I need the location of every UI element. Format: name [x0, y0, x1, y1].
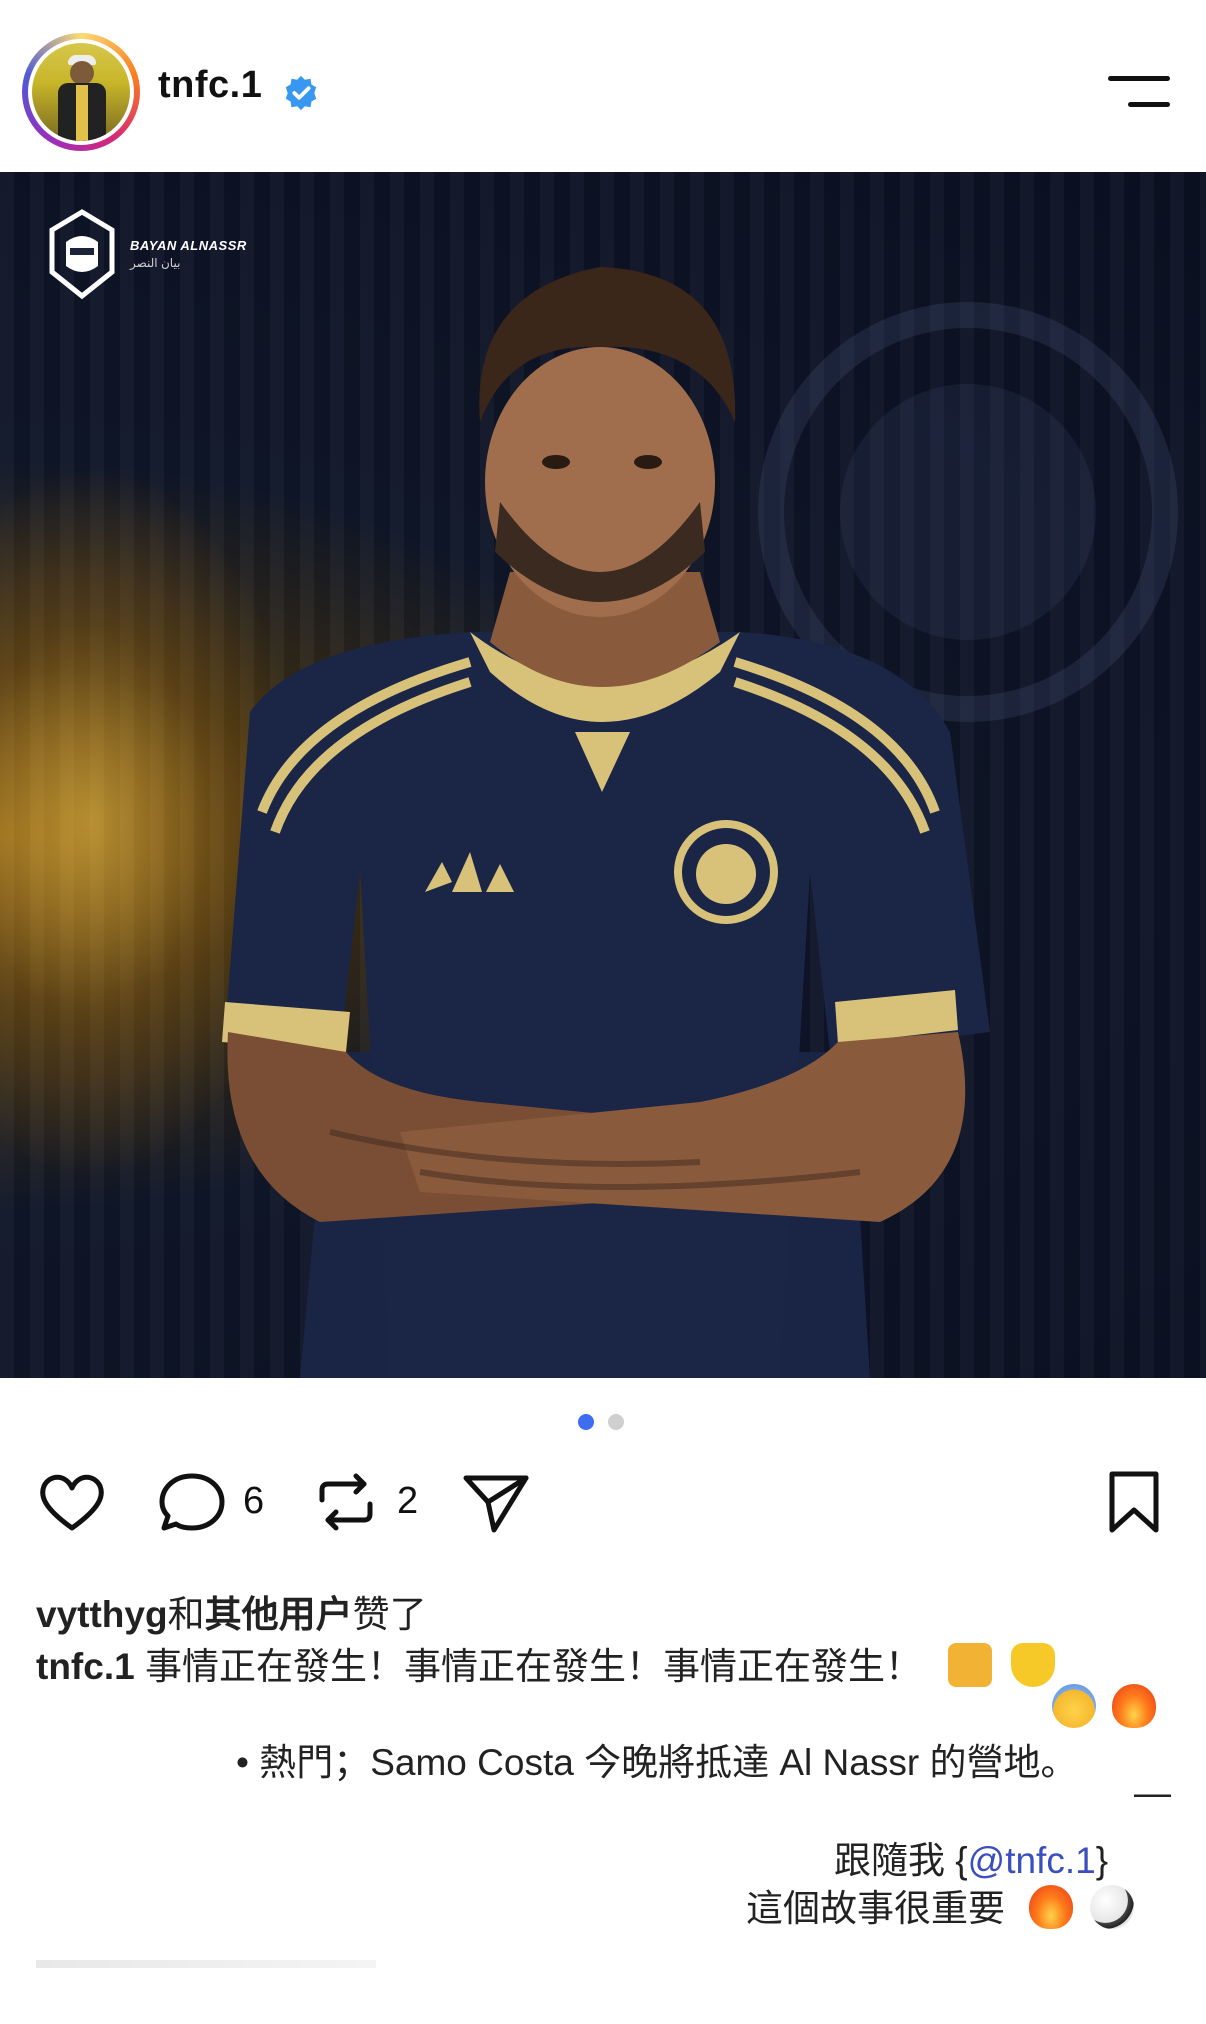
comment-count: 6 [243, 1480, 265, 1522]
likes-summary: vytthyg和其他用户赞了 [36, 1584, 427, 1638]
send-icon [463, 1475, 529, 1533]
caption-dash: — [1134, 1772, 1171, 1813]
carousel-dot-active [578, 1414, 594, 1430]
carousel-indicator [578, 1414, 628, 1430]
like-button[interactable] [36, 1470, 108, 1534]
likes-suffix: 赞了 [352, 1594, 427, 1635]
share-button[interactable] [460, 1470, 532, 1534]
avatar[interactable] [22, 33, 140, 151]
bookmark-icon [1109, 1471, 1159, 1533]
post-header: tnfc.1 [0, 0, 1206, 172]
username[interactable]: tnfc.1 [158, 64, 262, 107]
yellow-heart-emoji-icon [1010, 1643, 1055, 1687]
fearful-face-emoji-icon [1052, 1684, 1096, 1728]
post-image[interactable]: BAYAN ALNASSR بيان النصر [0, 172, 1206, 1378]
comment-icon [159, 1473, 225, 1531]
follow-suffix: } [1095, 1840, 1109, 1881]
repost-button[interactable] [314, 1470, 378, 1534]
player-photo [222, 267, 990, 1378]
save-button[interactable] [1104, 1470, 1164, 1534]
liker-username[interactable]: vytthyg [36, 1594, 168, 1635]
comment-button[interactable] [158, 1470, 228, 1534]
heart-icon [40, 1474, 104, 1531]
verified-badge-icon [285, 75, 317, 111]
soccer-ball-emoji-icon [1089, 1885, 1134, 1929]
likes-joiner: 和 [167, 1594, 205, 1635]
caption-text-1: 事情正在發生！事情正在發生！事情正在發生！ [144, 1646, 922, 1687]
mention-link[interactable]: @tnfc.1 [968, 1840, 1096, 1881]
caption-line-1: tnfc.1 事情正在發生！事情正在發生！事情正在發生！ [36, 1636, 1055, 1690]
fire-emoji-icon [1112, 1684, 1157, 1728]
repost-count: 2 [397, 1480, 419, 1522]
writing-hand-emoji-icon [948, 1643, 993, 1687]
caption-line-5: 跟隨我 {@tnfc.1} [834, 1830, 1108, 1884]
repost-icon [319, 1473, 373, 1531]
avatar-photo [28, 39, 134, 145]
likes-others-link[interactable]: 其他用户 [205, 1594, 353, 1635]
caption-line-3: • 熱門；Samo Costa 今晚將抵達 Al Nassr 的營地。 [236, 1742, 1078, 1783]
menu-icon[interactable] [1108, 74, 1170, 112]
caption-username[interactable]: tnfc.1 [36, 1646, 135, 1687]
fire-emoji-icon [1029, 1885, 1074, 1929]
carousel-dot [608, 1414, 624, 1430]
caption-line-6: 這個故事很重要 [746, 1878, 1134, 1932]
faded-next-content [36, 1960, 376, 1968]
follow-prefix: 跟隨我 { [834, 1840, 968, 1881]
caption-line-2 [1052, 1684, 1157, 1729]
caption-text-6: 這個故事很重要 [746, 1888, 1005, 1929]
